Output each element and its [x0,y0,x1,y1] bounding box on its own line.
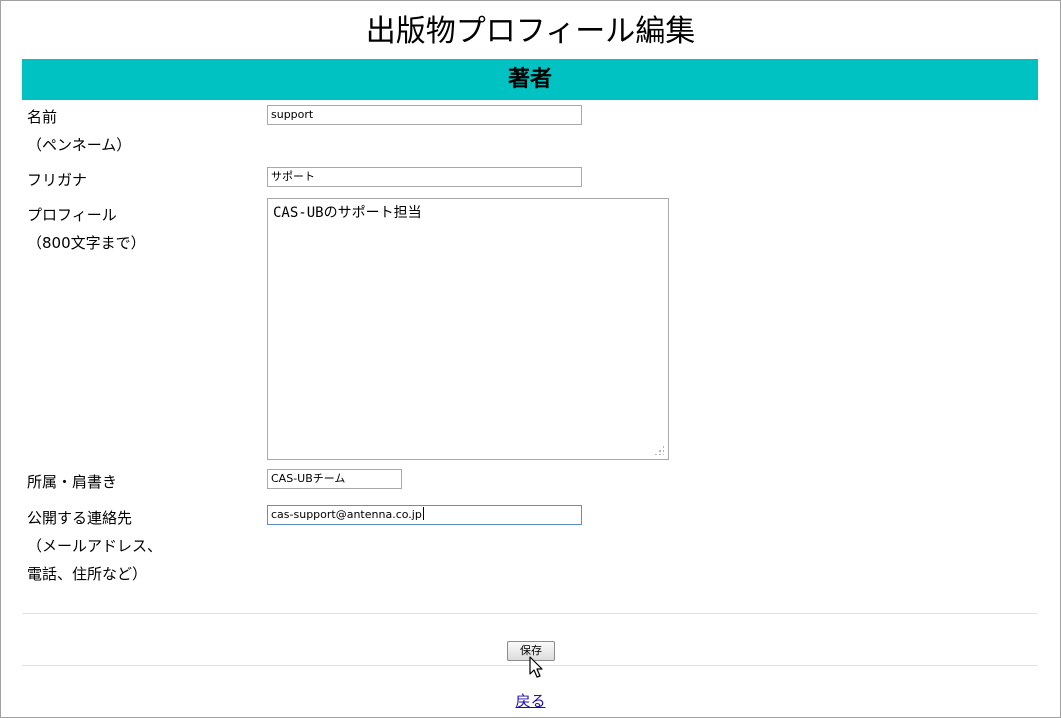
divider-top [22,613,1038,614]
furigana-input[interactable]: サポート [267,167,582,187]
profile-textarea[interactable]: CAS-UBのサポート担当 [267,198,669,460]
name-input[interactable]: support [267,105,582,125]
resize-grip-icon[interactable] [654,445,664,455]
contact-label-line1: 公開する連絡先 [27,509,133,527]
contact-label-line2: （メールアドレス、 [27,537,163,555]
affiliation-input[interactable]: CAS-UBチーム [267,469,402,489]
profile-label: プロフィール （800文字まで） [27,201,146,257]
mouse-pointer-icon [529,656,543,678]
affiliation-label-text: 所属・肩書き [27,473,118,491]
text-caret [422,507,424,520]
profile-textarea-value: CAS-UBのサポート担当 [273,205,422,221]
affiliation-label: 所属・肩書き [27,468,117,496]
name-input-value: support [271,108,314,121]
contact-label: 公開する連絡先 （メールアドレス、 電話、住所など） [27,504,162,588]
back-link-container: 戻る [1,691,1060,711]
contact-label-line3: 電話、住所など） [27,565,148,583]
back-link[interactable]: 戻る [515,692,545,710]
profile-label-line2: （800文字まで） [27,234,146,252]
affiliation-input-value: CAS-UBチーム [271,472,346,485]
name-label: 名前 （ペンネーム） [27,103,131,159]
page-frame: 出版物プロフィール編集 著者 名前 （ペンネーム） support フリガナ サ… [0,0,1061,718]
page-title: 出版物プロフィール編集 [365,14,696,49]
profile-label-line1: プロフィール [27,206,117,224]
furigana-label: フリガナ [27,166,87,194]
furigana-label-text: フリガナ [27,171,88,189]
contact-input[interactable]: cas-support@antenna.co.jp [267,505,582,525]
name-label-line2: （ペンネーム） [27,136,132,154]
furigana-input-value: サポート [271,170,315,183]
section-header-author: 著者 [22,59,1038,100]
contact-input-value: cas-support@antenna.co.jp [271,508,422,521]
name-label-line1: 名前 [27,108,58,126]
